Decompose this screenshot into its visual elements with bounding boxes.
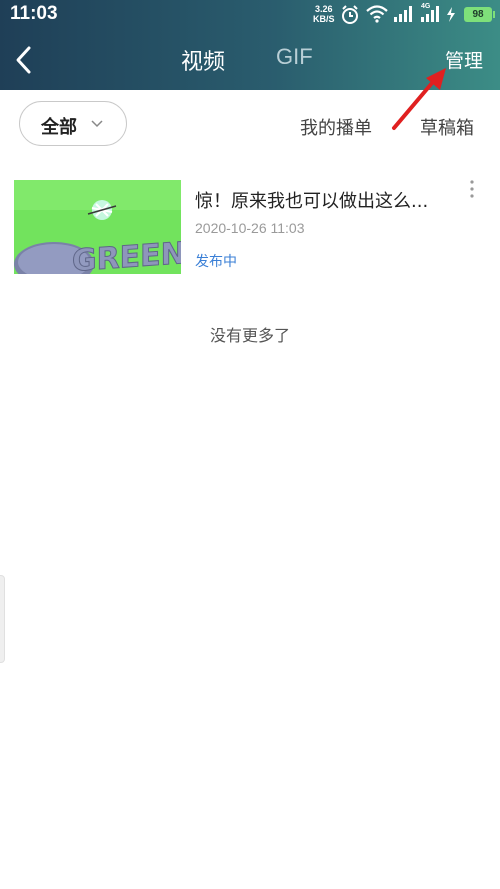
back-arrow-icon[interactable] — [10, 44, 40, 76]
filter-row: 全部 我的播单 草稿箱 — [0, 90, 500, 154]
alarm-icon — [342, 5, 358, 24]
signal-4g-icon — [421, 6, 439, 22]
my-playlist-link[interactable]: 我的播单 — [300, 114, 372, 140]
tab-video[interactable]: 视频 — [181, 44, 225, 76]
chevron-down-icon — [91, 120, 103, 128]
video-date: 2020-10-26 11:03 — [195, 220, 305, 236]
category-filter-dropdown[interactable]: 全部 — [19, 101, 127, 146]
wifi-icon — [366, 5, 388, 23]
video-list-item[interactable]: GREEN 惊！原来我也可以做出这么... 2020-10-26 11:03 发… — [0, 170, 500, 282]
drafts-link[interactable]: 草稿箱 — [420, 114, 474, 140]
manage-button[interactable]: 管理 — [445, 46, 483, 73]
status-time: 11:03 — [10, 3, 58, 24]
nav-bar: 视频 GIF 管理 — [0, 30, 500, 90]
app-header: 11:03 3.26 KB/S 4G 98 视频 GIF 管理 — [0, 0, 500, 90]
category-filter-label: 全部 — [41, 117, 77, 138]
more-options-icon[interactable] — [466, 178, 478, 200]
signal-icon — [394, 6, 412, 22]
video-status: 发布中 — [195, 254, 237, 270]
charging-icon — [447, 7, 455, 22]
no-more-text: 没有更多了 — [209, 326, 290, 345]
tab-gif[interactable]: GIF — [276, 44, 313, 70]
network-speed-unit: KB/S — [313, 14, 335, 24]
network-speed-value: 3.26 — [314, 4, 333, 14]
side-drawer-handle[interactable] — [0, 575, 5, 663]
status-bar: 11:03 3.26 KB/S 4G 98 — [0, 0, 500, 30]
battery-indicator: 98 — [464, 7, 495, 22]
video-thumbnail[interactable]: GREEN — [14, 180, 181, 274]
video-title[interactable]: 惊！原来我也可以做出这么... — [195, 187, 428, 213]
network-speed: 3.26 KB/S — [313, 4, 335, 24]
